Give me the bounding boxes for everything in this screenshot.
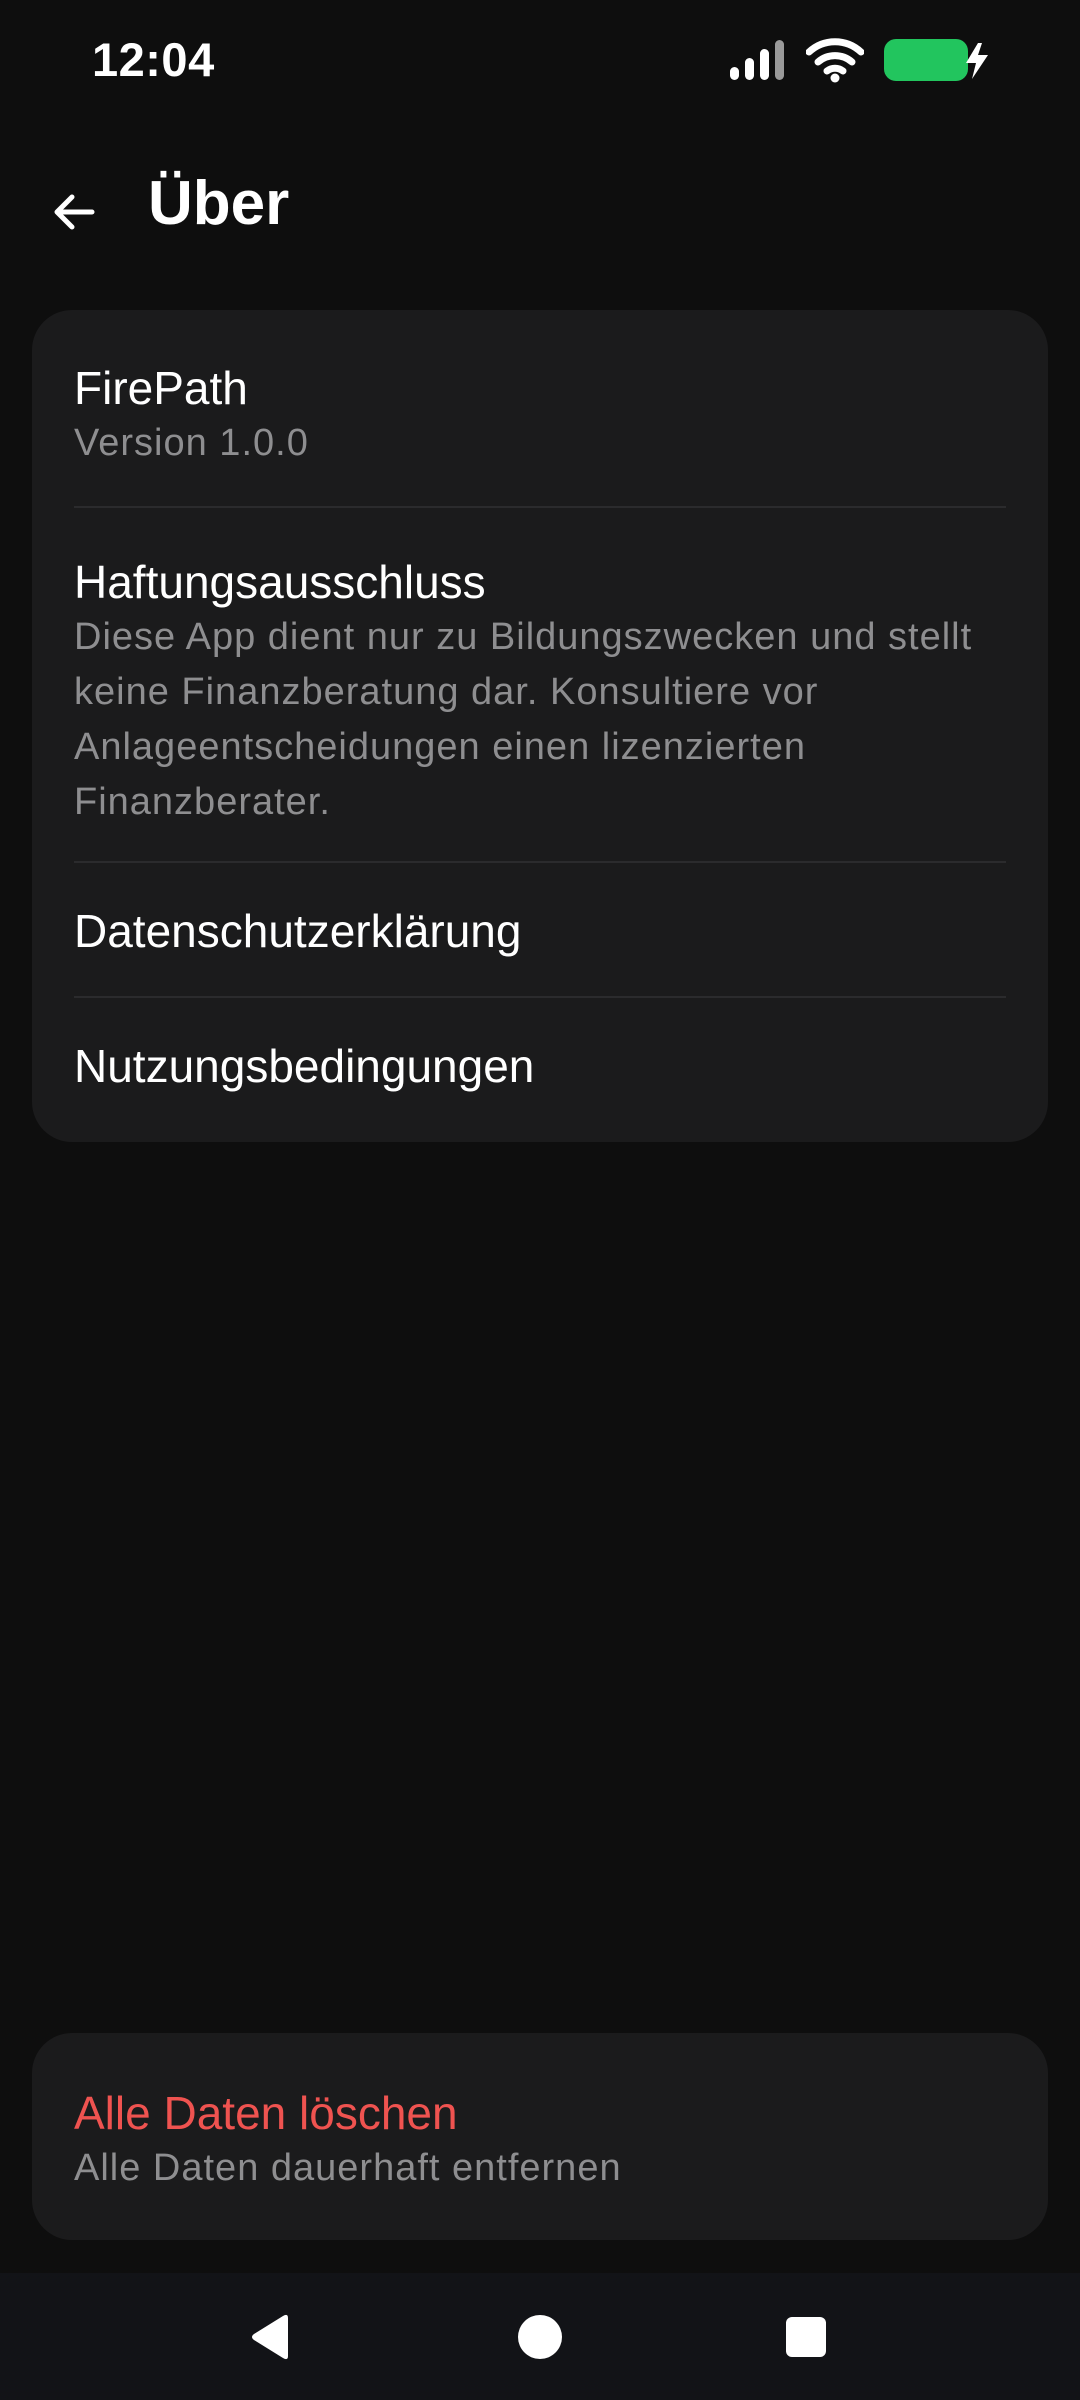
signal-icon [728, 39, 788, 81]
wifi-icon [806, 37, 864, 83]
delete-all-data-button[interactable]: Alle Daten löschen Alle Daten dauerhaft … [32, 2033, 1048, 2240]
terms-of-use-item[interactable]: Nutzungsbedingungen [32, 998, 1048, 1142]
delete-all-data-title: Alle Daten löschen [74, 2087, 458, 2139]
nav-recents-icon [786, 2317, 826, 2357]
delete-all-data-subtitle: Alle Daten dauerhaft entfernen [74, 2147, 622, 2189]
status-icons [728, 36, 990, 84]
app-info-item: FirePath Version 1.0.0 [32, 310, 1048, 508]
about-card: FirePath Version 1.0.0 Haftungsausschlus… [32, 310, 1048, 1142]
disclaimer-title: Haftungsausschluss [74, 556, 486, 608]
app-bar: Über [0, 140, 1080, 270]
nav-back-icon [252, 2314, 288, 2360]
privacy-policy-label: Datenschutzerklärung [74, 905, 522, 957]
delete-data-card: Alle Daten löschen Alle Daten dauerhaft … [32, 2033, 1048, 2240]
disclaimer-text: Diese App dient nur zu Bildungszwecken u… [74, 616, 973, 823]
page-title: Über [148, 169, 290, 238]
disclaimer-item: Haftungsausschluss Diese App dient nur z… [32, 508, 1048, 863]
status-time: 12:04 [92, 33, 215, 86]
status-bar: 12:04 [0, 0, 1080, 124]
nav-recents-button[interactable] [778, 2309, 834, 2365]
screen: 12:04 Über FirePath Version 1.0.0 Haftun… [0, 0, 1080, 2400]
nav-home-button[interactable] [512, 2309, 568, 2365]
back-button[interactable] [32, 170, 116, 254]
arrow-left-icon [54, 194, 95, 230]
app-version: Version 1.0.0 [74, 422, 309, 464]
privacy-policy-item[interactable]: Datenschutzerklärung [32, 863, 1048, 998]
app-name: FirePath [74, 362, 248, 414]
nav-home-icon [518, 2315, 562, 2359]
system-nav-bar [0, 2273, 1080, 2400]
terms-of-use-label: Nutzungsbedingungen [74, 1040, 535, 1092]
nav-back-button[interactable] [243, 2309, 299, 2365]
battery-charging-icon [882, 37, 990, 83]
